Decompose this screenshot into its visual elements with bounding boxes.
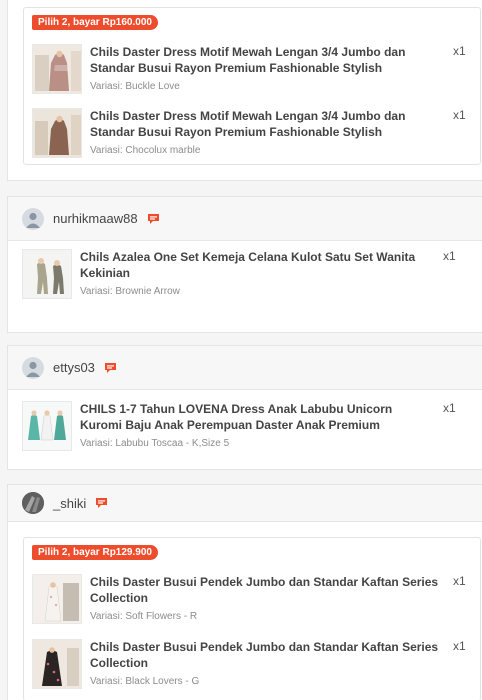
promo-badge: Pilih 2, bayar Rp129.900 xyxy=(32,545,158,560)
chat-icon[interactable] xyxy=(104,362,117,374)
product-title[interactable]: Chils Daster Busui Pendek Jumbo dan Stan… xyxy=(90,574,447,606)
bundle-group: Pilih 2, bayar Rp160.000 CHILS Chils Das… xyxy=(23,7,481,165)
product-quantity: x1 xyxy=(453,44,466,58)
seller-header: ettys03 xyxy=(8,346,482,390)
product-quantity: x1 xyxy=(453,108,466,122)
product-quantity: x1 xyxy=(453,574,466,588)
bundle-group: Pilih 2, bayar Rp129.900 CHILS Chils Das… xyxy=(23,537,481,700)
seller-header: nurhikmaaw88 xyxy=(8,197,482,241)
product-thumbnail[interactable]: CHILS xyxy=(32,639,82,689)
seller-name[interactable]: nurhikmaaw88 xyxy=(53,211,138,226)
seller-name[interactable]: ettys03 xyxy=(53,360,95,375)
product-thumbnail[interactable]: CHILS xyxy=(32,574,82,624)
product-quantity: x1 xyxy=(443,249,456,263)
chat-icon[interactable] xyxy=(147,213,160,225)
seller-header: _shiki xyxy=(8,485,482,522)
order-list: Pilih 2, bayar Rp160.000 CHILS Chils Das… xyxy=(0,0,482,700)
product-thumbnail[interactable] xyxy=(22,249,72,299)
product-variant: Variasi: Soft Flowers - R xyxy=(90,611,198,622)
product-variant: Variasi: Chocolux marble xyxy=(90,145,201,156)
product-variant: Variasi: Labubu Toscaa - K,Size 5 xyxy=(80,438,230,449)
product-variant: Variasi: Buckle Love xyxy=(90,81,180,92)
product-variant: Variasi: Brownie Arrow xyxy=(80,286,180,297)
product-item[interactable]: CHILS Chils Daster Busui Pendek Jumbo da… xyxy=(32,574,471,624)
product-thumbnail[interactable]: CHILS xyxy=(32,108,82,158)
product-item[interactable]: Chils Azalea One Set Kemeja Celana Kulot… xyxy=(22,249,461,299)
product-title[interactable]: CHILS 1-7 Tahun LOVENA Dress Anak Labubu… xyxy=(80,401,437,433)
product-item[interactable]: CHILS Chils Daster Dress Motif Mewah Len… xyxy=(32,108,471,158)
product-title[interactable]: Chils Daster Busui Pendek Jumbo dan Stan… xyxy=(90,639,447,671)
avatar[interactable] xyxy=(22,492,44,514)
seller-name[interactable]: _shiki xyxy=(53,496,86,511)
promo-badge: Pilih 2, bayar Rp160.000 xyxy=(32,15,158,30)
product-thumbnail[interactable] xyxy=(22,401,72,451)
product-title[interactable]: Chils Daster Dress Motif Mewah Lengan 3/… xyxy=(90,108,447,140)
product-item[interactable]: CHILS Chils Daster Busui Pendek Jumbo da… xyxy=(32,639,471,689)
product-quantity: x1 xyxy=(453,639,466,653)
product-item[interactable]: CHILS 1-7 Tahun LOVENA Dress Anak Labubu… xyxy=(22,401,461,451)
order-card: ettys03 CHILS 1-7 Tahun LOVENA Dress Ana… xyxy=(7,345,482,470)
chat-icon[interactable] xyxy=(95,497,108,509)
product-quantity: x1 xyxy=(443,401,456,415)
avatar[interactable] xyxy=(22,356,44,379)
product-variant: Variasi: Black Lovers - G xyxy=(90,676,200,687)
order-card: nurhikmaaw88 Chils Azalea One Set Kemeja… xyxy=(7,196,482,333)
product-title[interactable]: Chils Azalea One Set Kemeja Celana Kulot… xyxy=(80,249,437,281)
product-thumbnail[interactable]: CHILS xyxy=(32,44,82,94)
avatar[interactable] xyxy=(22,207,44,230)
order-card: _shiki Pilih 2, bayar Rp129.900 CHILS Ch… xyxy=(7,484,482,700)
product-item[interactable]: CHILS Chils Daster Dress Motif Mewah Len… xyxy=(32,44,471,94)
order-card: Pilih 2, bayar Rp160.000 CHILS Chils Das… xyxy=(7,0,482,181)
product-title[interactable]: Chils Daster Dress Motif Mewah Lengan 3/… xyxy=(90,44,447,76)
